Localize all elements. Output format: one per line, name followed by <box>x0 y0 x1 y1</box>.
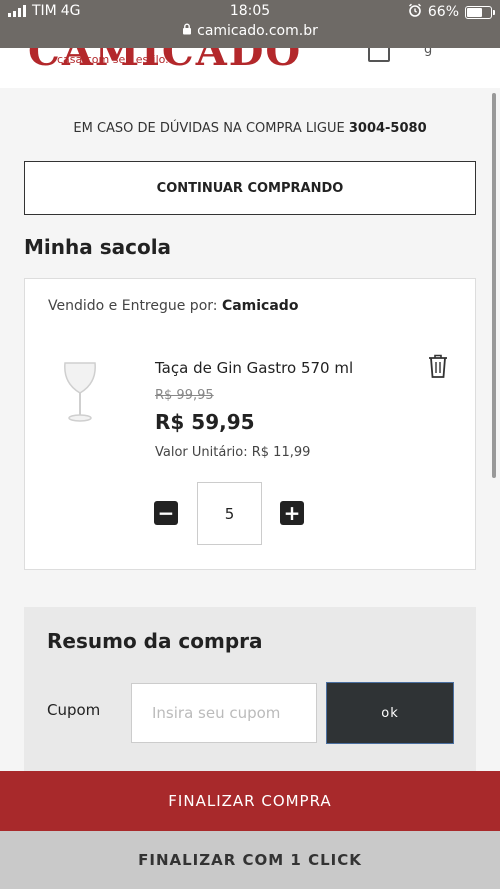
one-click-purchase-button[interactable]: FINALIZAR COM 1 CLICK <box>0 831 500 889</box>
trash-icon[interactable] <box>427 353 449 379</box>
increase-quantity-button[interactable]: + <box>280 501 304 525</box>
continue-shopping-button[interactable]: CONTINUAR COMPRANDO <box>24 161 476 215</box>
cart-title: Minha sacola <box>24 235 172 259</box>
help-phone[interactable]: 3004-5080 <box>349 121 427 136</box>
address-bar[interactable]: camicado.com.br <box>0 23 500 39</box>
summary-title: Resumo da compra <box>47 629 263 653</box>
coupon-input[interactable] <box>131 683 317 743</box>
header-partial-text[interactable]: g <box>424 48 432 57</box>
site-header: CAMICADO casa com seu estilo. g <box>0 48 500 88</box>
battery-icon <box>465 5 495 19</box>
seller-label: Vendido e Entregue por: <box>48 298 218 314</box>
decrease-quantity-button[interactable]: − <box>154 501 178 525</box>
quantity-field[interactable]: 5 <box>197 482 262 545</box>
glass-icon[interactable] <box>55 357 105 427</box>
scrollbar[interactable] <box>492 93 496 478</box>
bag-icon[interactable] <box>368 48 390 62</box>
lock-icon <box>182 23 192 39</box>
product-name[interactable]: Taça de Gin Gastro 570 ml <box>155 359 353 377</box>
alarm-icon <box>408 3 422 21</box>
plus-icon: + <box>283 501 301 525</box>
status-right: 66% <box>408 3 495 21</box>
minus-icon: − <box>157 501 175 525</box>
seller-info: Vendido e Entregue por: Camicado <box>48 298 298 314</box>
product-unit-price: Valor Unitário: R$ 11,99 <box>155 445 311 460</box>
order-summary: Resumo da compra Cupom ok <box>24 607 476 771</box>
cart-item-card: Vendido e Entregue por: Camicado Taça de… <box>24 278 476 570</box>
help-banner: EM CASO DE DÚVIDAS NA COMPRA LIGUE 3004-… <box>0 121 500 136</box>
product-price: R$ 59,95 <box>155 410 255 434</box>
coupon-label: Cupom <box>47 701 101 719</box>
finalize-purchase-button[interactable]: FINALIZAR COMPRA <box>0 771 500 831</box>
apply-coupon-button[interactable]: ok <box>326 682 454 744</box>
battery-percent: 66% <box>427 4 459 20</box>
page-content: EM CASO DE DÚVIDAS NA COMPRA LIGUE 3004-… <box>0 88 500 771</box>
status-bar: TIM 4G 18:05 66% camicado.com.br <box>0 0 500 48</box>
product-old-price: R$ 99,95 <box>155 388 214 403</box>
logo-tagline: casa com seu estilo. <box>57 53 169 66</box>
seller-name: Camicado <box>221 298 299 314</box>
url-text: camicado.com.br <box>197 23 318 39</box>
help-text: EM CASO DE DÚVIDAS NA COMPRA LIGUE <box>73 121 345 136</box>
